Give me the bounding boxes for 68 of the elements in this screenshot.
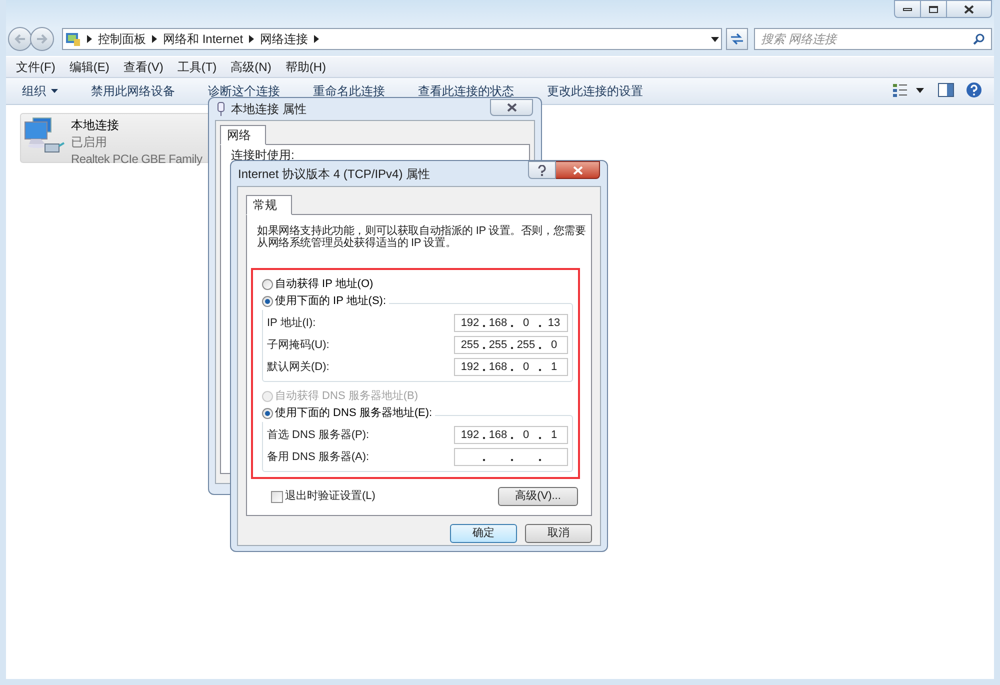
refresh-icon [730, 33, 744, 45]
chevron-icon[interactable] [87, 35, 92, 43]
dialog-title: 本地连接 属性 [231, 101, 306, 118]
field-label: IP 地址(I): [267, 316, 316, 331]
close-button[interactable] [947, 0, 992, 18]
breadcrumb-item[interactable]: 网络连接 [260, 30, 308, 48]
ip-address-field[interactable] [454, 448, 568, 466]
preview-pane-icon[interactable] [938, 83, 954, 97]
view-list-icon [892, 83, 908, 97]
toolbar-button[interactable]: 重命名此连接 [313, 82, 385, 100]
description-text: 如果网络支持此功能，则可以获取自动指派的 IP 设置。否则，您需要从网络系统管理员处获得适当的 IP 设置。 [257, 225, 587, 249]
control-panel-icon [65, 31, 81, 47]
menu-item[interactable]: 查看(V) [123, 58, 164, 76]
address-field[interactable]: 控制面板 网络和 Internet 网络连接 [62, 28, 722, 50]
cancel-button[interactable]: 取消 [525, 524, 592, 543]
ip-address-field[interactable]: 192 168 0 1 [454, 426, 568, 444]
close-button[interactable] [556, 161, 600, 179]
field-label: 备用 DNS 服务器(A): [267, 450, 370, 465]
network-adapter-icon [217, 102, 225, 116]
menu-item[interactable]: 编辑(E) [69, 58, 110, 76]
minimize-button[interactable] [894, 0, 921, 18]
ip-address-field[interactable]: 255 255 255 0 [454, 336, 568, 354]
tab[interactable]: 常规 [246, 195, 292, 215]
chevron-icon[interactable] [249, 35, 254, 43]
toolbar-button[interactable]: 更改此连接的设置 [547, 82, 643, 100]
dropdown-arrow-icon[interactable] [711, 36, 719, 42]
menu-item[interactable]: 高级(N) [230, 58, 272, 76]
toolbar-button[interactable]: 查看此连接的状态 [418, 82, 514, 100]
help-button[interactable] [528, 161, 556, 179]
view-options-button[interactable] [890, 83, 926, 97]
dialog-title: Internet 协议版本 4 (TCP/IPv4) 属性 [238, 166, 430, 182]
search-placeholder: 搜索 网络连接 [761, 31, 838, 48]
toolbar-button[interactable]: 诊断这个连接 [208, 82, 280, 100]
menu-item[interactable]: 文件(F) [16, 58, 56, 76]
toolbar-button[interactable]: 禁用此网络设备 [91, 82, 175, 100]
menu-item[interactable]: 工具(T) [177, 58, 217, 76]
caret-icon [51, 89, 58, 93]
caret-icon [916, 88, 924, 92]
help-icon[interactable] [966, 82, 982, 98]
close-icon [506, 102, 516, 112]
tab[interactable]: 网络 [220, 125, 266, 145]
back-arrow-icon [14, 34, 26, 44]
ip-address-field[interactable]: 192 168 0 1 [454, 358, 568, 376]
chevron-icon[interactable] [314, 35, 320, 43]
radio-option[interactable]: 使用下面的 DNS 服务器地址(E): [262, 405, 436, 422]
radio-option[interactable]: 使用下面的 IP 地址(S): [262, 293, 390, 310]
field-label: 默认网关(D): [267, 360, 330, 375]
connection-status: 已启用 [71, 134, 108, 151]
toolbar-button[interactable]: 组织 [22, 82, 58, 100]
search-icon[interactable] [973, 33, 985, 45]
menu-item[interactable]: 帮助(H) [285, 58, 326, 76]
validate-checkbox[interactable]: 退出时验证设置(L) [271, 488, 376, 505]
close-icon [964, 4, 974, 14]
forward-arrow-icon [36, 34, 48, 44]
chevron-icon[interactable] [152, 35, 157, 43]
ip-address-field[interactable]: 192 168 0 13 [454, 314, 568, 332]
refresh-button[interactable] [726, 28, 748, 50]
close-icon [572, 166, 582, 174]
advanced-button[interactable]: 高级(V)... [498, 487, 578, 506]
breadcrumb-item[interactable]: 网络和 Internet [163, 30, 244, 48]
ok-button[interactable]: 确定 [450, 524, 517, 543]
field-label: 首选 DNS 服务器(P): [267, 428, 370, 443]
question-mark-icon [538, 164, 546, 176]
maximize-button[interactable] [921, 0, 947, 18]
field-label: 子网掩码(U): [267, 338, 330, 353]
breadcrumb-item[interactable]: 控制面板 [98, 30, 146, 48]
close-button[interactable] [490, 98, 533, 116]
connection-name: 本地连接 [71, 117, 120, 134]
